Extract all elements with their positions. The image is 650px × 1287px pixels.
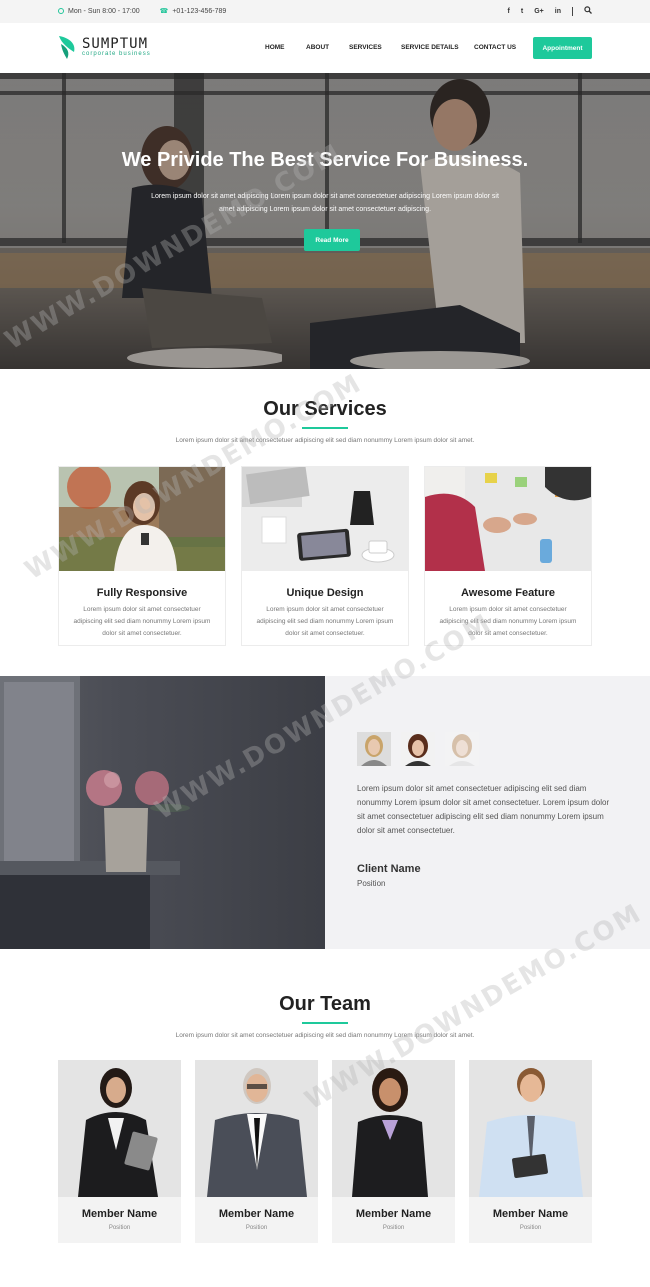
read-more-button[interactable]: Read More: [304, 229, 360, 251]
site-header: SUMPTUM corporate business HOME ABOUT SE…: [0, 23, 650, 73]
service-card-feature[interactable]: Awesome Feature Lorem ipsum dolor sit am…: [424, 466, 592, 646]
member-photo: [58, 1060, 181, 1197]
service-title-feature: Awesome Feature: [461, 587, 555, 599]
service-image-responsive: [59, 467, 225, 571]
client-avatar-2[interactable]: [401, 732, 435, 766]
member-photo: [195, 1060, 318, 1197]
search-icon[interactable]: [584, 6, 592, 16]
services-subtitle: Lorem ipsum dolor sit amet consectetuer …: [175, 437, 475, 444]
service-card-design[interactable]: Unique Design Lorem ipsum dolor sit amet…: [241, 466, 409, 646]
phone-info: ☎ +01-123-456-789: [159, 7, 227, 16]
member-position: Position: [108, 1225, 131, 1231]
facebook-icon[interactable]: f: [508, 8, 510, 15]
member-photo: [332, 1060, 455, 1197]
clock-icon: [58, 8, 64, 14]
team-member-card[interactable]: Member Name Position: [195, 1060, 318, 1243]
phone-text: +01-123-456-789: [172, 7, 227, 15]
member-name: Member Name: [81, 1208, 158, 1220]
client-name: Client Name: [357, 863, 421, 875]
team-member-card[interactable]: Member Name Position: [58, 1060, 181, 1243]
testimonial-quote: Lorem ipsum dolor sit amet consectetuer …: [357, 784, 610, 835]
service-title-design: Unique Design: [286, 587, 364, 599]
hero-text: Lorem ipsum dolor sit amet adipiscing Lo…: [151, 193, 499, 213]
testimonial-section: Lorem ipsum dolor sit amet consectetuer …: [0, 676, 650, 949]
member-position: Position: [519, 1225, 542, 1231]
logo[interactable]: SUMPTUM corporate business: [58, 34, 151, 60]
team-member-card[interactable]: Member Name Position: [469, 1060, 592, 1243]
linkedin-icon[interactable]: in: [555, 8, 561, 15]
service-card-responsive[interactable]: Fully Responsive Lorem ipsum dolor sit a…: [58, 466, 226, 646]
nav-services[interactable]: SERVICES: [349, 44, 382, 51]
hero-title: We Privide The Best Service For Business…: [121, 149, 529, 171]
divider: [572, 6, 573, 16]
service-text-responsive: Lorem ipsum dolor sit amet consectetuer …: [73, 606, 211, 637]
appointment-button[interactable]: Appointment: [533, 37, 592, 59]
phone-icon: ☎: [159, 8, 169, 15]
nav-contact-us[interactable]: CONTACT US: [474, 44, 516, 51]
team-member-card[interactable]: Member Name Position: [332, 1060, 455, 1243]
service-text-design: Lorem ipsum dolor sit amet consectetuer …: [256, 606, 394, 637]
logo-name: SUMPTUM: [82, 36, 149, 52]
hero-banner: We Privide The Best Service For Business…: [0, 73, 650, 369]
services-underline: [302, 427, 348, 429]
testimonial-photo: [0, 676, 325, 949]
hours-info: Mon - Sun 8:00 - 17:00: [58, 7, 140, 15]
team-underline: [302, 1022, 348, 1024]
service-image-feature: [425, 467, 591, 571]
client-avatars: [357, 732, 479, 766]
logo-leaf-icon: [58, 34, 78, 60]
top-bar: Mon - Sun 8:00 - 17:00 ☎ +01-123-456-789…: [0, 0, 650, 23]
team-title: Our Team: [279, 993, 371, 1015]
nav-home[interactable]: HOME: [265, 44, 285, 51]
twitter-icon[interactable]: t: [521, 8, 523, 15]
member-name: Member Name: [218, 1208, 295, 1220]
services-title: Our Services: [263, 398, 387, 420]
nav-about[interactable]: ABOUT: [306, 44, 329, 51]
google-plus-icon[interactable]: G+: [534, 8, 544, 15]
member-photo: [469, 1060, 592, 1197]
client-avatar-3[interactable]: [445, 732, 479, 766]
member-name: Member Name: [492, 1208, 569, 1220]
service-text-feature: Lorem ipsum dolor sit amet consectetuer …: [439, 606, 577, 637]
member-name: Member Name: [355, 1208, 432, 1220]
service-image-design: [242, 467, 408, 571]
team-subtitle: Lorem ipsum dolor sit amet consectetuer …: [175, 1032, 475, 1039]
member-position: Position: [245, 1225, 268, 1231]
client-position: Position: [357, 879, 386, 888]
hours-text: Mon - Sun 8:00 - 17:00: [68, 7, 140, 15]
client-avatar-1[interactable]: [357, 732, 391, 766]
member-position: Position: [382, 1225, 405, 1231]
service-title-responsive: Fully Responsive: [96, 587, 188, 599]
nav-service-details[interactable]: SERVICE DETAILS: [401, 44, 459, 51]
logo-tagline: corporate business: [82, 51, 151, 57]
